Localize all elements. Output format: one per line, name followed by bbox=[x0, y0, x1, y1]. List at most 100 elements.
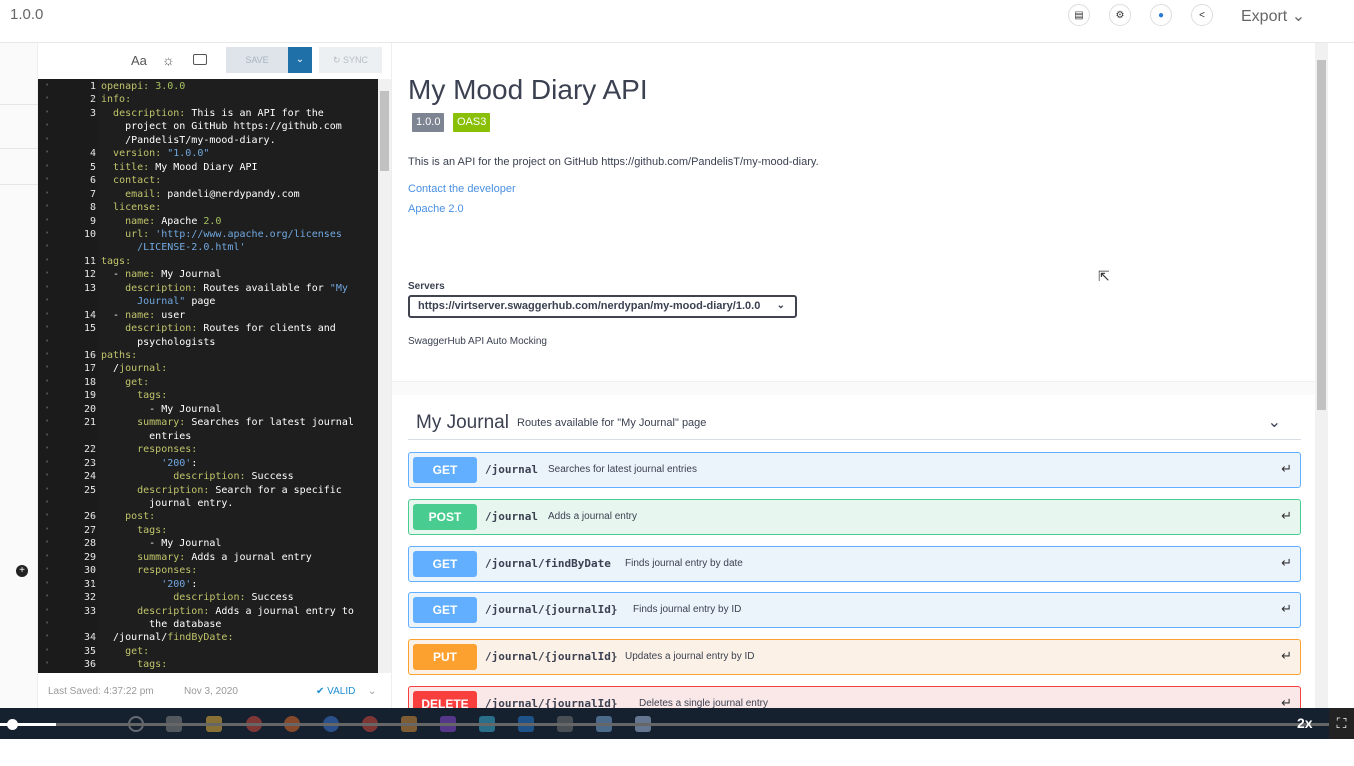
server-select[interactable]: https://virtserver.swaggerhub.com/nerdyp… bbox=[408, 295, 797, 318]
code-line[interactable]: • 7 email: pandeli@nerdypandy.com bbox=[38, 189, 378, 203]
code-line[interactable]: • 16 ▾ paths: bbox=[38, 350, 378, 364]
operation-get[interactable]: GET/journal/{journalId} Finds journal ent… bbox=[408, 592, 1301, 629]
fold-icon[interactable]: ▾ bbox=[91, 565, 96, 574]
video-progress-knob[interactable] bbox=[7, 719, 18, 730]
comment-icon[interactable] bbox=[193, 54, 207, 65]
validation-chevron-icon[interactable]: ⌄ bbox=[368, 686, 376, 697]
operation-get[interactable]: GET/journal Searches for latest journal e… bbox=[408, 452, 1301, 488]
fold-icon[interactable]: ▾ bbox=[91, 363, 96, 372]
fold-icon[interactable]: ▾ bbox=[91, 256, 96, 265]
code-line[interactable]: • 27 ▾ tags: bbox=[38, 525, 378, 539]
editor-scroll-thumb[interactable] bbox=[380, 91, 389, 171]
operation-put[interactable]: PUT/journal/{journalId} Updates a journal… bbox=[408, 639, 1301, 676]
settings-icon[interactable]: ⚙ bbox=[1109, 4, 1131, 26]
docs-scrollbar[interactable] bbox=[1315, 43, 1328, 708]
operation-get[interactable]: GET/journal/findByDate Finds journal entr… bbox=[408, 545, 1301, 582]
code-line[interactable]: • 22 ▾ responses: bbox=[38, 444, 378, 458]
fold-icon[interactable]: ▾ bbox=[91, 310, 96, 319]
code-line[interactable]: • 2 ▾ info: bbox=[38, 94, 378, 108]
bell-icon[interactable]: ● bbox=[1150, 4, 1172, 26]
theme-icon[interactable]: ☼ bbox=[162, 52, 175, 68]
code-line[interactable]: • 33 description: Adds a journal entry to bbox=[38, 606, 378, 620]
code-line[interactable]: • 36 ▾ tags: bbox=[38, 659, 378, 673]
expand-icon[interactable]: ↵ bbox=[1281, 555, 1292, 571]
fold-icon[interactable]: ▾ bbox=[91, 525, 96, 534]
expand-icon[interactable]: ↵ bbox=[1281, 508, 1292, 524]
code-line[interactable]: • entries bbox=[38, 431, 378, 445]
fold-icon[interactable]: ▾ bbox=[91, 659, 96, 668]
code-line[interactable]: • 9 name: Apache 2.0 bbox=[38, 216, 378, 230]
code-line[interactable]: • 13 description: Routes available for "M… bbox=[38, 283, 378, 297]
expand-icon[interactable]: ↵ bbox=[1281, 461, 1292, 477]
fold-icon[interactable]: ▾ bbox=[91, 175, 96, 184]
video-progress-track[interactable] bbox=[0, 723, 1354, 726]
docs-scroll-thumb[interactable] bbox=[1317, 60, 1326, 410]
validation-status[interactable]: ✔ VALID bbox=[316, 686, 355, 697]
code-line[interactable]: • 21 summary: Searches for latest journal bbox=[38, 417, 378, 431]
code-line[interactable]: • 34 ▾ /journal/findByDate: bbox=[38, 632, 378, 646]
operation-post[interactable]: POST/journal Adds a journal entry ↵ bbox=[408, 498, 1301, 535]
code-line[interactable]: • 17 ▾ /journal: bbox=[38, 363, 378, 377]
code-line[interactable]: • 20 - My Journal bbox=[38, 404, 378, 418]
code-line[interactable]: • 31 ▾ '200': bbox=[38, 579, 378, 593]
code-line[interactable]: • 19 ▾ tags: bbox=[38, 390, 378, 404]
code-line[interactable]: • journal entry. bbox=[38, 498, 378, 512]
code-line[interactable]: • 24 description: Success bbox=[38, 471, 378, 485]
save-button[interactable]: SAVE bbox=[226, 47, 288, 73]
code-line[interactable]: • 12 ▾ - name: My Journal bbox=[38, 269, 378, 283]
sync-button[interactable]: ↻ SYNC bbox=[319, 47, 382, 73]
fold-icon[interactable]: ▾ bbox=[91, 579, 96, 588]
code-line[interactable]: • psychologists bbox=[38, 337, 378, 351]
code-line[interactable]: • 30 ▾ responses: bbox=[38, 565, 378, 579]
font-size-button[interactable]: Aa bbox=[131, 53, 147, 68]
fold-icon[interactable]: ▾ bbox=[91, 632, 96, 641]
export-menu[interactable]: Export ⌄ bbox=[1241, 6, 1305, 26]
collapse-chevron-icon[interactable]: ⌄ bbox=[1268, 412, 1281, 432]
code-line[interactable]: • 23 ▾ '200': bbox=[38, 458, 378, 472]
document-icon[interactable]: ▤ bbox=[1068, 4, 1090, 26]
code-line[interactable]: • 4 version: "1.0.0" bbox=[38, 148, 378, 162]
tag-header-my-journal[interactable]: My Journal Routes available for "My Jour… bbox=[408, 410, 1301, 440]
code-line[interactable]: • 8 ▾ license: bbox=[38, 202, 378, 216]
code-line[interactable]: • 14 ▾ - name: user bbox=[38, 310, 378, 324]
code-line[interactable]: • 35 ▾ get: bbox=[38, 646, 378, 660]
fold-icon[interactable]: ▾ bbox=[91, 269, 96, 278]
save-options-chevron-icon[interactable]: ⌄ bbox=[288, 47, 312, 73]
fullscreen-icon[interactable]: ⛶ bbox=[1329, 708, 1354, 739]
yaml-editor[interactable]: • 1 openapi: 3.0.0 • 2 ▾ info: • 3 description: … bbox=[38, 79, 378, 673]
code-line[interactable]: • 3 description: This is an API for the bbox=[38, 108, 378, 122]
fold-icon[interactable]: ▾ bbox=[91, 202, 96, 211]
fold-icon[interactable]: ▾ bbox=[91, 390, 96, 399]
fold-icon[interactable]: ▾ bbox=[91, 350, 96, 359]
add-icon[interactable]: + bbox=[16, 565, 28, 577]
share-icon[interactable]: < bbox=[1191, 4, 1213, 26]
code-line[interactable]: • the database bbox=[38, 619, 378, 633]
fold-icon[interactable]: ▾ bbox=[91, 444, 96, 453]
code-line[interactable]: • 26 ▾ post: bbox=[38, 511, 378, 525]
expand-icon[interactable]: ↵ bbox=[1281, 648, 1292, 664]
code-line[interactable]: • 29 summary: Adds a journal entry bbox=[38, 552, 378, 566]
code-line[interactable]: • /PandelisT/my-mood-diary. bbox=[38, 135, 378, 149]
code-line[interactable]: • 11 ▾ tags: bbox=[38, 256, 378, 270]
code-line[interactable]: • 25 description: Search for a specific bbox=[38, 485, 378, 499]
code-line[interactable]: • Journal" page bbox=[38, 296, 378, 310]
playback-speed[interactable]: 2x bbox=[1297, 715, 1313, 731]
editor-scrollbar[interactable] bbox=[378, 79, 391, 673]
fold-icon[interactable]: ▾ bbox=[91, 646, 96, 655]
version-selector[interactable]: 1.0.0 bbox=[10, 6, 43, 23]
fold-icon[interactable]: ▾ bbox=[91, 458, 96, 467]
code-line[interactable]: • 1 openapi: 3.0.0 bbox=[38, 81, 378, 95]
code-line[interactable]: • 28 - My Journal bbox=[38, 538, 378, 552]
fold-icon[interactable]: ▾ bbox=[91, 511, 96, 520]
code-line[interactable]: • 15 description: Routes for clients and bbox=[38, 323, 378, 337]
fold-icon[interactable]: ▾ bbox=[91, 377, 96, 386]
code-line[interactable]: • 32 description: Success bbox=[38, 592, 378, 606]
expand-icon[interactable]: ↵ bbox=[1281, 601, 1292, 617]
code-line[interactable]: • /LICENSE-2.0.html' bbox=[38, 242, 378, 256]
code-line[interactable]: • 5 title: My Mood Diary API bbox=[38, 162, 378, 176]
code-line[interactable]: • 18 ▾ get: bbox=[38, 377, 378, 391]
code-line[interactable]: • project on GitHub https://github.com bbox=[38, 121, 378, 135]
contact-link[interactable]: Contact the developer bbox=[408, 183, 516, 195]
code-line[interactable]: • 6 ▾ contact: bbox=[38, 175, 378, 189]
code-line[interactable]: • 10 url: 'http://www.apache.org/licenses bbox=[38, 229, 378, 243]
